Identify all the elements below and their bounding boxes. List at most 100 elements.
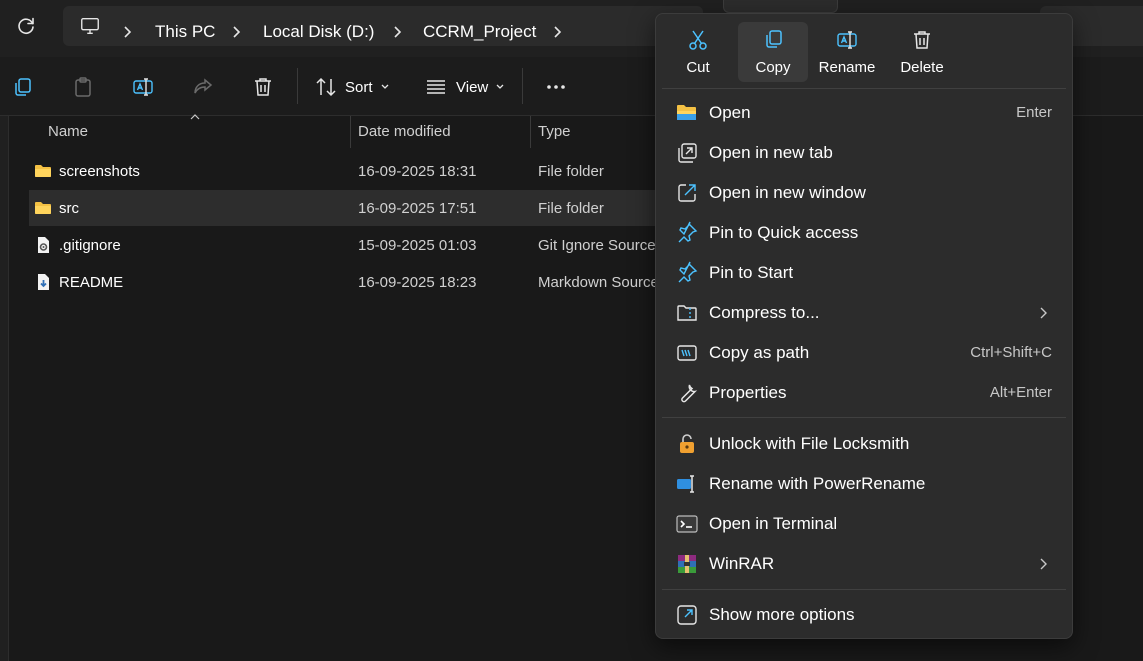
breadcrumb[interactable]: This PC Local Disk (D:) CCRM_Project: [63, 6, 703, 46]
breadcrumb-local-disk[interactable]: Local Disk (D:): [263, 22, 374, 42]
menu-item-label: Show more options: [709, 605, 855, 624]
menu-item-label: Properties: [709, 383, 787, 402]
context-menu: Cut Copy Rename Delete Open Enter Open i…: [655, 13, 1073, 639]
column-header-date[interactable]: Date modified: [358, 123, 451, 140]
menu-item-winrar[interactable]: WinRAR: [664, 544, 1064, 584]
pin-icon: [678, 261, 698, 283]
breadcrumb-ccrm-project[interactable]: CCRM_Project: [423, 22, 536, 42]
scissors-icon: [689, 30, 707, 50]
copy-button[interactable]: Copy: [738, 22, 808, 82]
cut-button[interactable]: Cut: [663, 22, 733, 82]
copy-label: Copy: [755, 59, 791, 76]
view-button[interactable]: View: [456, 79, 488, 96]
file-row[interactable]: .gitignore 15-09-2025 01:03 Git Ignore S…: [29, 227, 669, 263]
chevron-right-icon: [233, 26, 241, 38]
column-header-type[interactable]: Type: [538, 123, 571, 140]
chevron-right-icon: [1040, 307, 1047, 319]
folder-open-icon: [677, 105, 696, 120]
sort-button[interactable]: Sort: [345, 79, 373, 96]
more-options-icon[interactable]: [544, 75, 568, 99]
menu-item-label: Open in new tab: [709, 143, 833, 162]
menu-divider: [662, 417, 1066, 418]
menu-item-properties[interactable]: Properties Alt+Enter: [664, 373, 1064, 413]
rename-button[interactable]: Rename: [812, 22, 882, 82]
file-name: README: [59, 274, 124, 291]
menu-item-label: Copy as path: [709, 343, 810, 362]
file-name: src: [59, 200, 79, 217]
share-icon[interactable]: [191, 75, 215, 99]
toolbar-divider: [297, 68, 298, 104]
tooltip-remnant: [723, 0, 838, 13]
wrench-icon: [681, 384, 698, 403]
menu-item-pin-start[interactable]: Pin to Start: [664, 253, 1064, 293]
menu-divider: [662, 589, 1066, 590]
pin-icon: [678, 221, 698, 243]
rename-label: Rename: [818, 59, 876, 76]
navigation-pane-edge: [0, 116, 9, 661]
unlock-icon: [680, 434, 694, 453]
file-type: Git Ignore Source: [538, 237, 656, 254]
gear-file-icon: [38, 237, 49, 253]
file-type: Markdown Source: [538, 274, 659, 291]
winrar-icon: [678, 555, 696, 573]
computer-icon: [81, 17, 99, 35]
sort-icon: [316, 77, 336, 97]
copy-path-icon: [677, 345, 697, 361]
menu-item-power-rename[interactable]: Rename with PowerRename: [664, 464, 1064, 504]
file-date: 16-09-2025 17:51: [358, 200, 477, 217]
trash-icon[interactable]: [251, 75, 275, 99]
show-more-icon: [677, 605, 697, 625]
file-row[interactable]: screenshots 16-09-2025 18:31 File folder: [29, 153, 669, 189]
menu-item-compress[interactable]: Compress to...: [664, 293, 1064, 333]
menu-item-label: Compress to...: [709, 303, 820, 322]
column-divider[interactable]: [350, 116, 351, 148]
menu-item-label: Unlock with File Locksmith: [709, 434, 910, 453]
menu-item-shortcut: Enter: [1016, 104, 1052, 121]
menu-item-pin-quick-access[interactable]: Pin to Quick access: [664, 213, 1064, 253]
folder-icon: [35, 165, 51, 177]
copy-icon: [766, 30, 782, 48]
file-type: File folder: [538, 200, 604, 217]
open-external-icon: [678, 184, 696, 202]
delete-button[interactable]: Delete: [887, 22, 957, 82]
column-header-name[interactable]: Name: [48, 123, 88, 140]
file-date: 15-09-2025 01:03: [358, 237, 477, 254]
chevron-down-icon: [381, 84, 389, 89]
menu-item-file-locksmith[interactable]: Unlock with File Locksmith: [664, 424, 1064, 464]
file-row-selected[interactable]: src 16-09-2025 17:51 File folder: [29, 190, 669, 226]
menu-item-label: Rename with PowerRename: [709, 474, 926, 493]
file-date: 16-09-2025 18:31: [358, 163, 477, 180]
rename-icon: [837, 31, 857, 49]
file-date: 16-09-2025 18:23: [358, 274, 477, 291]
column-divider[interactable]: [530, 116, 531, 148]
new-tab-icon: [678, 143, 697, 163]
toolbar-divider: [522, 68, 523, 104]
paste-icon[interactable]: [71, 75, 95, 99]
chevron-right-icon: [124, 26, 132, 38]
sort-ascending-icon: [190, 114, 200, 120]
breadcrumb-this-pc[interactable]: This PC: [155, 22, 215, 42]
menu-divider: [662, 88, 1066, 89]
menu-item-open[interactable]: Open Enter: [664, 93, 1064, 133]
menu-item-label: Open: [709, 103, 751, 122]
menu-item-open-terminal[interactable]: Open in Terminal: [664, 504, 1064, 544]
menu-item-open-new-tab[interactable]: Open in new tab: [664, 133, 1064, 173]
chevron-right-icon[interactable]: [550, 25, 564, 39]
zip-folder-icon: [677, 305, 697, 321]
menu-item-label: Pin to Start: [709, 263, 794, 282]
file-name: screenshots: [59, 163, 140, 180]
menu-item-shortcut: Ctrl+Shift+C: [970, 344, 1052, 361]
view-icon: [427, 80, 445, 94]
delete-label: Delete: [900, 59, 944, 76]
copy-icon[interactable]: [11, 75, 35, 99]
file-type: File folder: [538, 163, 604, 180]
menu-item-shortcut: Alt+Enter: [989, 384, 1052, 401]
rename-icon[interactable]: [131, 75, 155, 99]
refresh-icon[interactable]: [14, 14, 38, 38]
menu-item-open-new-window[interactable]: Open in new window: [664, 173, 1064, 213]
menu-item-copy-as-path[interactable]: Copy as path Ctrl+Shift+C: [664, 333, 1064, 373]
trash-icon: [914, 31, 930, 49]
file-row[interactable]: README 16-09-2025 18:23 Markdown Source: [29, 264, 669, 300]
menu-item-show-more-options[interactable]: Show more options: [664, 595, 1064, 635]
terminal-icon: [676, 515, 698, 533]
